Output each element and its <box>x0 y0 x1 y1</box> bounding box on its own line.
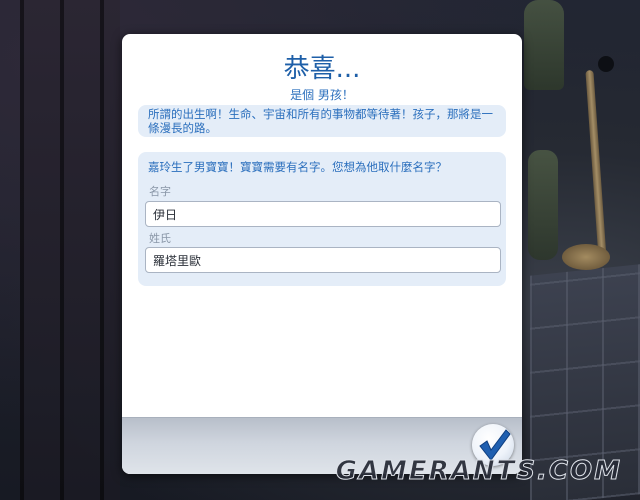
naming-prompt: 嘉玲生了男寶寶！寶寶需要有名字。您想為他取什麼名字？ <box>148 160 447 174</box>
watermark: GAMERANTS.COM <box>335 456 622 487</box>
name-entry-panel: 嘉玲生了男寶寶！寶寶需要有名字。您想為他取什麼名字？ 名字 姓氏 <box>138 152 506 286</box>
flavor-text: 所謂的出生啊！生命、宇宙和所有的事物都等待著！孩子，那將是一條漫長的路。 <box>148 107 493 135</box>
dialog-subtitle: 是個 男孩！ <box>290 88 354 102</box>
first-name-input[interactable] <box>145 201 501 227</box>
background-lamp-base <box>562 244 610 270</box>
background-bed-frame <box>20 0 120 500</box>
last-name-input[interactable] <box>145 247 501 273</box>
baby-naming-dialog: 恭喜... 是個 男孩！ 所謂的出生啊！生命、宇宙和所有的事物都等待著！孩子，那… <box>122 34 522 474</box>
background-sim-figure <box>524 0 564 90</box>
dialog-title: 恭喜... <box>283 54 361 84</box>
flavor-text-box: 所謂的出生啊！生命、宇宙和所有的事物都等待著！孩子，那將是一條漫長的路。 <box>138 105 506 137</box>
background-lamp-head <box>598 56 614 72</box>
background-lamp-pole <box>585 69 607 261</box>
last-name-label: 姓氏 <box>149 232 171 245</box>
first-name-label: 名字 <box>149 185 171 198</box>
background-sim-figure <box>528 150 558 260</box>
